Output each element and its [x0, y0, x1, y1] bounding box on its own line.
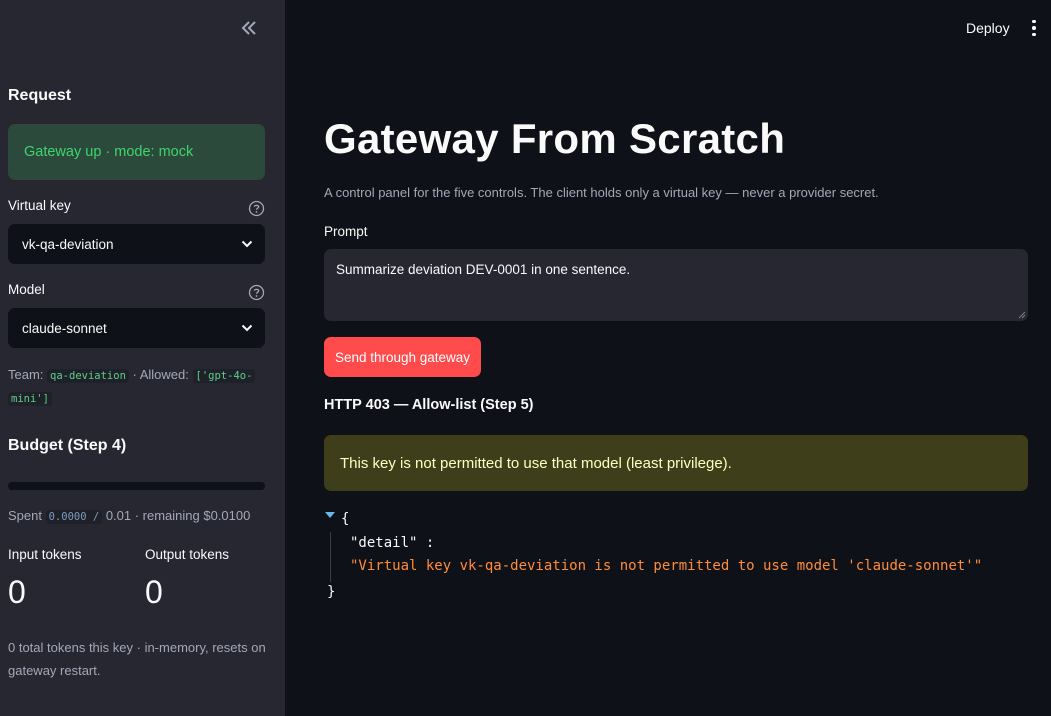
- vertical-dots-icon: [1032, 19, 1036, 24]
- sidebar: Request Gateway up · mode: mock Virtual …: [0, 0, 285, 716]
- input-tokens-label: Input tokens: [8, 547, 82, 562]
- output-tokens-value: 0: [145, 574, 163, 610]
- virtual-key-label: Virtual key: [8, 198, 71, 213]
- prompt-textarea[interactable]: Summarize deviation DEV-0001 in one sent…: [324, 249, 1028, 321]
- vertical-dots-icon: [1032, 32, 1036, 37]
- virtual-key-select[interactable]: vk-qa-deviation: [8, 224, 265, 264]
- help-icon[interactable]: [248, 284, 265, 301]
- team-prefix: Team:: [8, 367, 44, 382]
- model-value: claude-sonnet: [22, 320, 107, 336]
- model-select[interactable]: claude-sonnet: [8, 308, 265, 348]
- prompt-label: Prompt: [324, 224, 368, 239]
- json-open-brace: {: [341, 511, 350, 527]
- resize-grip-icon[interactable]: [1018, 311, 1026, 319]
- caret-down-icon[interactable]: [324, 510, 336, 520]
- spent-prefix: Spent: [8, 508, 42, 523]
- json-key: "detail" :: [350, 535, 435, 551]
- main-menu-button[interactable]: [1027, 18, 1041, 38]
- spent-suffix: 0.01 · remaining $0.0100: [105, 508, 251, 523]
- json-indent-guide: [330, 532, 331, 582]
- response-heading: HTTP 403 — Allow-list (Step 5): [324, 397, 534, 413]
- json-close-brace: }: [327, 584, 336, 600]
- chevron-down-icon: [241, 240, 253, 248]
- budget-progress-bar: [8, 482, 265, 490]
- deploy-button[interactable]: Deploy: [958, 18, 1018, 38]
- allowed-code-cont: mini']: [8, 392, 52, 406]
- help-icon[interactable]: [248, 200, 265, 217]
- prompt-text: Summarize deviation DEV-0001 in one sent…: [336, 262, 631, 277]
- token-caption: 0 total tokens this key · in-memory, res…: [8, 640, 266, 678]
- spent-info: Spent 0.0000 / 0.01 · remaining $0.0100: [8, 508, 251, 524]
- output-tokens-label: Output tokens: [145, 547, 230, 562]
- warning-text: This key is not permitted to use that mo…: [340, 454, 732, 472]
- input-tokens-value: 0: [8, 574, 26, 610]
- budget-heading: Budget (Step 4): [8, 437, 127, 454]
- gateway-status-text: Gateway up · mode: mock: [24, 144, 194, 160]
- team-code: qa-deviation: [47, 369, 129, 383]
- team-info: Team: qa-deviation · Allowed: ['gpt-4o- …: [8, 364, 268, 410]
- page-subtitle: A control panel for the five controls. T…: [324, 185, 879, 200]
- allowed-prefix: · Allowed:: [132, 367, 189, 382]
- spent-code: 0.0000 /: [45, 510, 103, 524]
- send-through-gateway-button[interactable]: Send through gateway: [324, 337, 481, 377]
- page-title: Gateway From Scratch: [324, 115, 786, 162]
- allowed-code: ['gpt-4o-: [192, 369, 256, 383]
- gateway-status-alert: Gateway up · mode: mock: [8, 124, 265, 180]
- double-chevron-left-icon: [241, 21, 256, 35]
- virtual-key-value: vk-qa-deviation: [22, 236, 114, 252]
- model-label: Model: [8, 282, 45, 297]
- json-value: "Virtual key vk-qa-deviation is not perm…: [350, 558, 983, 574]
- warning-alert: This key is not permitted to use that mo…: [324, 435, 1028, 491]
- chevron-down-icon: [241, 324, 253, 332]
- vertical-dots-icon: [1032, 26, 1036, 30]
- collapse-sidebar-button[interactable]: [236, 16, 262, 40]
- request-heading: Request: [8, 87, 72, 104]
